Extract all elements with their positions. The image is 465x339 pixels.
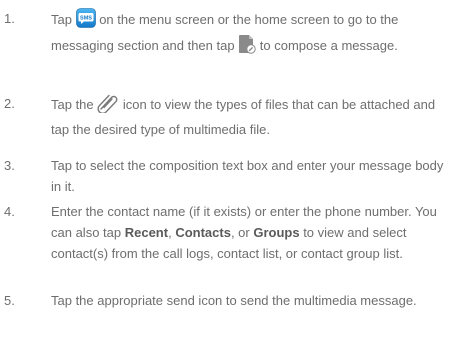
- step-text: Tap the appropriate send icon to send th…: [51, 293, 417, 308]
- compose-message-icon: [238, 34, 256, 60]
- step-text: Tap SMS on the menu screen or the home s…: [51, 8, 456, 60]
- step-number: 1.: [4, 11, 15, 26]
- step-number: 3.: [4, 158, 15, 173]
- step-number: 4.: [4, 204, 15, 219]
- step-text: Tap the icon to view the types of files …: [51, 93, 456, 140]
- step-number: 2.: [4, 96, 15, 111]
- step-number: 5.: [4, 293, 15, 308]
- contacts-label: Contacts: [175, 225, 231, 240]
- recent-label: Recent: [124, 225, 169, 240]
- step-text: Enter the contact name (if it exists) or…: [51, 204, 437, 261]
- instruction-steps: 1. Tap SMS on the menu screen or the hom…: [0, 0, 465, 339]
- groups-label: Groups: [253, 225, 300, 240]
- svg-text:SMS: SMS: [80, 16, 92, 22]
- sms-app-icon: SMS: [75, 8, 96, 34]
- paperclip-icon: [97, 93, 119, 119]
- step-text: Tap to select the composition text box a…: [51, 158, 444, 194]
